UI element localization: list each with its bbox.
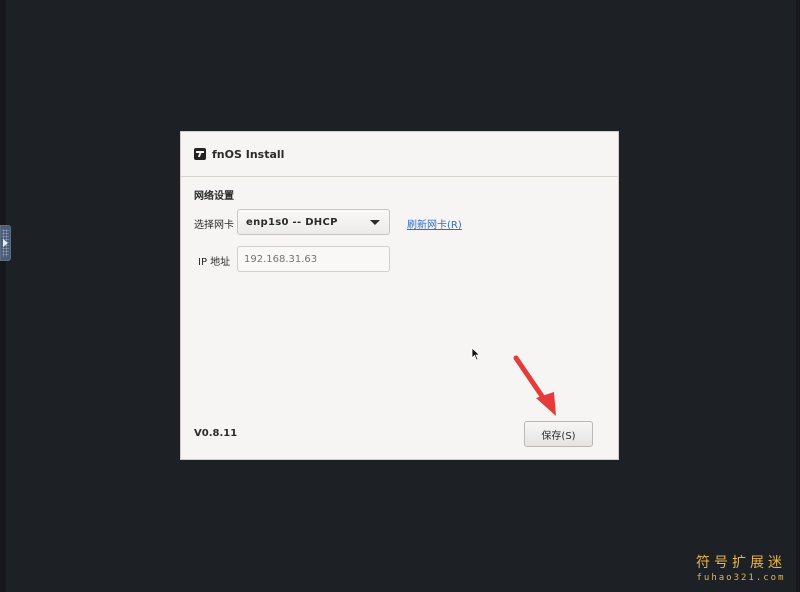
ip-address-field[interactable] (237, 246, 390, 272)
version-label: V0.8.11 (194, 428, 238, 439)
watermark-main: 符号扩展迷 (696, 555, 786, 571)
right-edge (796, 0, 800, 592)
expand-arrow-icon (3, 239, 8, 247)
red-arrow-icon (513, 355, 556, 416)
watermark: 符号扩展迷 fuhao321.com (696, 552, 786, 583)
save-button[interactable]: 保存(S) (524, 421, 593, 447)
nic-select[interactable]: enp1s0 -- DHCP (237, 209, 390, 235)
dialog-title: fnOS Install (212, 147, 285, 161)
nic-select-value: enp1s0 -- DHCP (246, 216, 338, 228)
side-panel-handle[interactable] (0, 225, 11, 261)
left-edge (0, 0, 6, 592)
dialog-titlebar: fnOS Install (181, 132, 618, 177)
watermark-sub: fuhao321.com (696, 573, 786, 583)
caret-down-icon (370, 220, 380, 225)
nic-label: 选择网卡 (194, 220, 234, 231)
desktop-screen: fnOS Install 网络设置 选择网卡 enp1s0 -- DHCP 刷新… (0, 0, 800, 592)
ip-label: IP 地址 (198, 257, 231, 268)
mouse-cursor-icon (471, 347, 481, 361)
section-title: 网络设置 (194, 191, 234, 202)
fnos-logo-icon (194, 148, 206, 160)
refresh-nic-link[interactable]: 刷新网卡(R) (407, 216, 462, 231)
